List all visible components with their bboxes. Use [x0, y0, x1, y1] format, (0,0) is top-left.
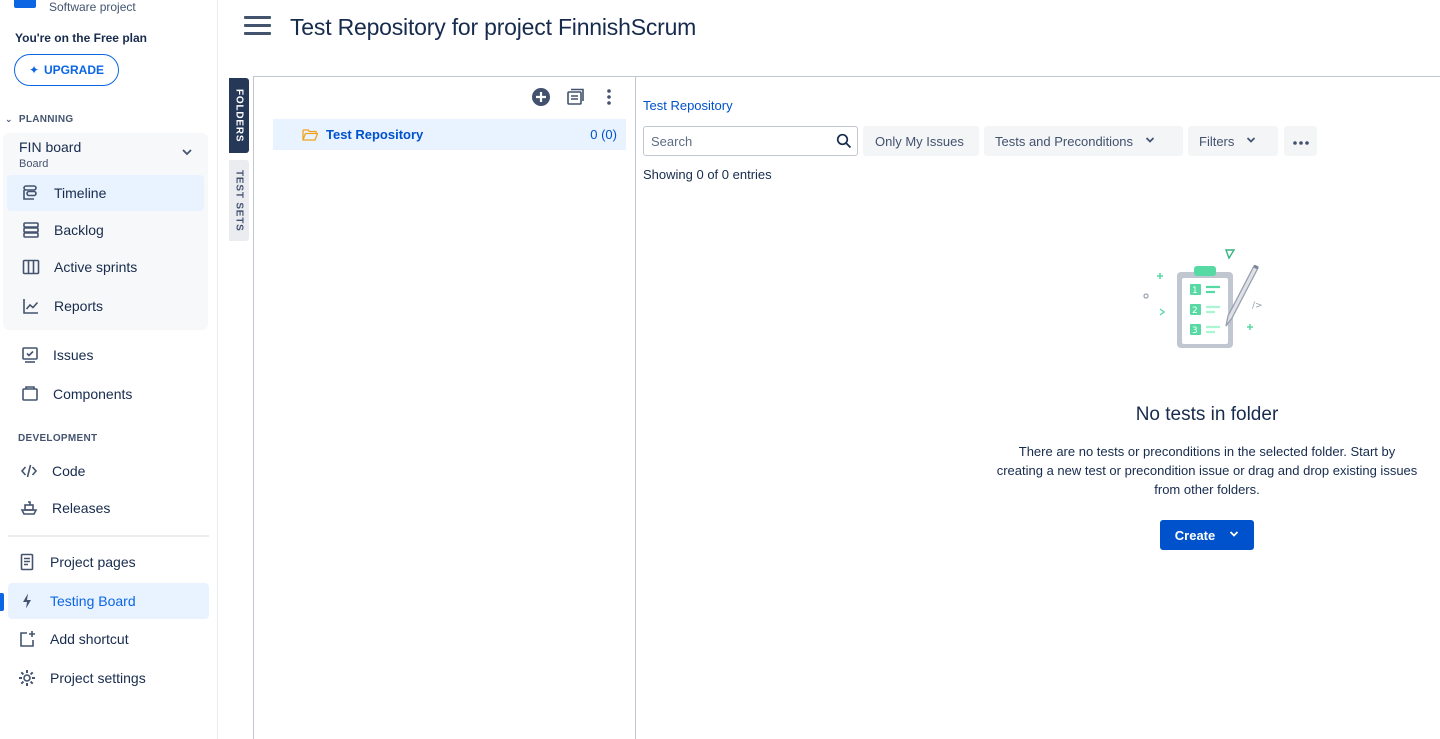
sidebar-item-label: Issues — [53, 347, 94, 363]
sidebar-item-code[interactable]: Code — [8, 453, 208, 489]
sidebar-item-label: Active sprints — [54, 259, 138, 275]
search-input[interactable] — [644, 127, 824, 155]
upgrade-label: UPGRADE — [44, 63, 105, 77]
svg-text:/>: /> — [1252, 301, 1263, 311]
lightning-icon — [16, 590, 38, 612]
svg-text:1: 1 — [1192, 286, 1198, 296]
sidebar-item-issues[interactable]: Issues — [8, 337, 208, 373]
sidebar-item-active-sprints[interactable]: Active sprints — [7, 249, 204, 285]
menu-icon[interactable] — [244, 16, 271, 38]
empty-state-description: There are no tests or preconditions in t… — [996, 444, 1418, 497]
type-filter-dropdown[interactable]: Tests and Preconditions — [984, 126, 1183, 156]
sidebar-item-project-settings[interactable]: Project settings — [8, 660, 209, 696]
only-my-issues-button[interactable]: Only My Issues — [863, 126, 979, 156]
board-subtitle: Board — [19, 158, 49, 170]
page-title: Test Repository for project FinnishScrum — [290, 14, 697, 40]
chevron-down-icon: ⌄ — [5, 114, 13, 124]
sidebar-item-label: Backlog — [54, 222, 104, 238]
sidebar-item-label: Testing Board — [50, 593, 136, 609]
chevron-down-icon[interactable] — [181, 146, 193, 161]
development-section-header: DEVELOPMENT — [18, 433, 98, 444]
sidebar-item-label: Project settings — [50, 670, 146, 686]
components-icon — [19, 383, 41, 405]
folder-row-test-repository[interactable]: Test Repository 0 (0) — [273, 119, 626, 150]
filters-dropdown[interactable]: Filters — [1188, 126, 1278, 156]
backlog-icon — [20, 219, 42, 241]
sidebar-item-label: Timeline — [54, 185, 107, 201]
svg-text:3: 3 — [1192, 326, 1198, 336]
ship-icon — [18, 497, 40, 519]
sidebar-item-testing-board[interactable]: Testing Board — [8, 583, 209, 619]
sidebar-item-label: Code — [52, 463, 86, 479]
search-field[interactable] — [643, 126, 858, 156]
sparkle-icon: ✦ — [28, 63, 40, 77]
sidebar-item-components[interactable]: Components — [8, 376, 208, 412]
add-folder-icon[interactable] — [530, 86, 552, 108]
folder-count: 0 (0) — [590, 127, 617, 142]
collapse-all-icon[interactable] — [564, 86, 586, 108]
search-icon[interactable] — [836, 133, 852, 154]
chevron-down-icon — [1246, 136, 1256, 147]
board-columns-icon — [20, 256, 42, 278]
sidebar-item-label: Reports — [54, 298, 104, 314]
create-button[interactable]: Create — [1160, 520, 1254, 550]
sidebar-item-label: Releases — [52, 500, 111, 516]
more-actions-button[interactable] — [1284, 126, 1317, 156]
folder-open-icon — [302, 128, 318, 141]
sidebar-item-releases[interactable]: Releases — [8, 490, 208, 526]
breadcrumb[interactable]: Test Repository — [643, 98, 733, 113]
plan-note: You're on the Free plan — [15, 31, 147, 45]
entries-count: Showing 0 of 0 entries — [643, 167, 772, 182]
sidebar-item-add-shortcut[interactable]: Add shortcut — [8, 621, 209, 657]
tab-test-sets[interactable]: TEST SETS — [229, 160, 249, 241]
project-type: Software project — [49, 0, 136, 14]
sidebar-item-label: Components — [53, 386, 133, 402]
more-options-icon[interactable] — [598, 86, 620, 108]
sidebar: Software project You're on the Free plan… — [0, 0, 218, 739]
board-name[interactable]: FIN board — [19, 139, 81, 155]
sidebar-item-timeline[interactable]: Timeline — [7, 175, 204, 211]
planning-section-header[interactable]: ⌄ PLANNING — [5, 114, 73, 125]
code-icon — [18, 460, 40, 482]
chart-line-icon — [20, 295, 42, 317]
more-horizontal-icon — [1292, 134, 1310, 149]
tab-folders[interactable]: FOLDERS — [229, 78, 249, 153]
empty-test-illustration: /> 1 2 3 — [1140, 246, 1270, 356]
selected-indicator — [0, 593, 4, 611]
page-icon — [16, 551, 38, 573]
timeline-icon — [20, 182, 42, 204]
sidebar-item-backlog[interactable]: Backlog — [7, 212, 204, 248]
project-logo — [14, 0, 36, 8]
sidebar-divider — [8, 535, 209, 537]
svg-text:2: 2 — [1192, 306, 1198, 316]
sidebar-item-label: Add shortcut — [50, 631, 129, 647]
gear-icon — [16, 667, 38, 689]
chevron-down-icon — [1229, 530, 1239, 541]
sidebar-item-label: Project pages — [50, 554, 136, 570]
add-shortcut-icon — [16, 628, 38, 650]
panel-divider[interactable] — [635, 77, 636, 739]
folder-name: Test Repository — [326, 127, 424, 142]
issues-icon — [19, 344, 41, 366]
chevron-down-icon — [1145, 136, 1155, 147]
upgrade-button[interactable]: ✦ UPGRADE — [14, 54, 119, 86]
sidebar-item-project-pages[interactable]: Project pages — [8, 544, 209, 580]
sidebar-item-reports[interactable]: Reports — [7, 288, 204, 324]
empty-state-title: No tests in folder — [1135, 404, 1279, 425]
